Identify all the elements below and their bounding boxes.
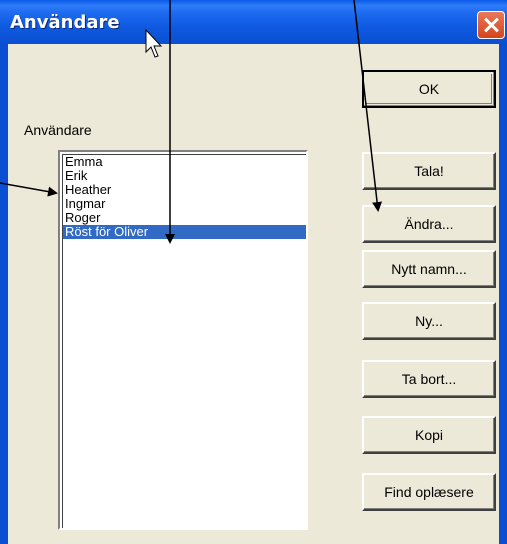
list-item[interactable]: Emma (63, 155, 306, 169)
dialog-window: Användare Användare Emma Erik Heather In… (0, 0, 507, 544)
window-frame-right (499, 44, 507, 544)
find-readers-button[interactable]: Find oplæsere (362, 473, 496, 511)
list-item-selected[interactable]: Röst för Oliver (63, 225, 306, 239)
ok-button[interactable]: OK (362, 70, 496, 108)
list-item[interactable]: Roger (63, 211, 306, 225)
window-frame-left (0, 44, 8, 544)
close-icon[interactable] (477, 11, 505, 39)
list-item[interactable]: Ingmar (63, 197, 306, 211)
delete-button[interactable]: Ta bort... (362, 360, 496, 398)
edit-button[interactable]: Ändra... (362, 205, 496, 243)
user-listbox[interactable]: Emma Erik Heather Ingmar Roger Röst för … (58, 150, 308, 530)
new-button[interactable]: Ny... (362, 302, 496, 340)
user-list: Emma Erik Heather Ingmar Roger Röst för … (62, 154, 306, 528)
copy-button[interactable]: Kopi (362, 416, 496, 454)
window-title: Användare (10, 12, 120, 33)
speak-button[interactable]: Tala! (362, 152, 496, 190)
users-label: Användare (24, 122, 92, 138)
list-item[interactable]: Heather (63, 183, 306, 197)
list-item[interactable]: Erik (63, 169, 306, 183)
rename-button[interactable]: Nytt namn... (362, 250, 496, 288)
title-bar[interactable]: Användare (0, 0, 507, 44)
